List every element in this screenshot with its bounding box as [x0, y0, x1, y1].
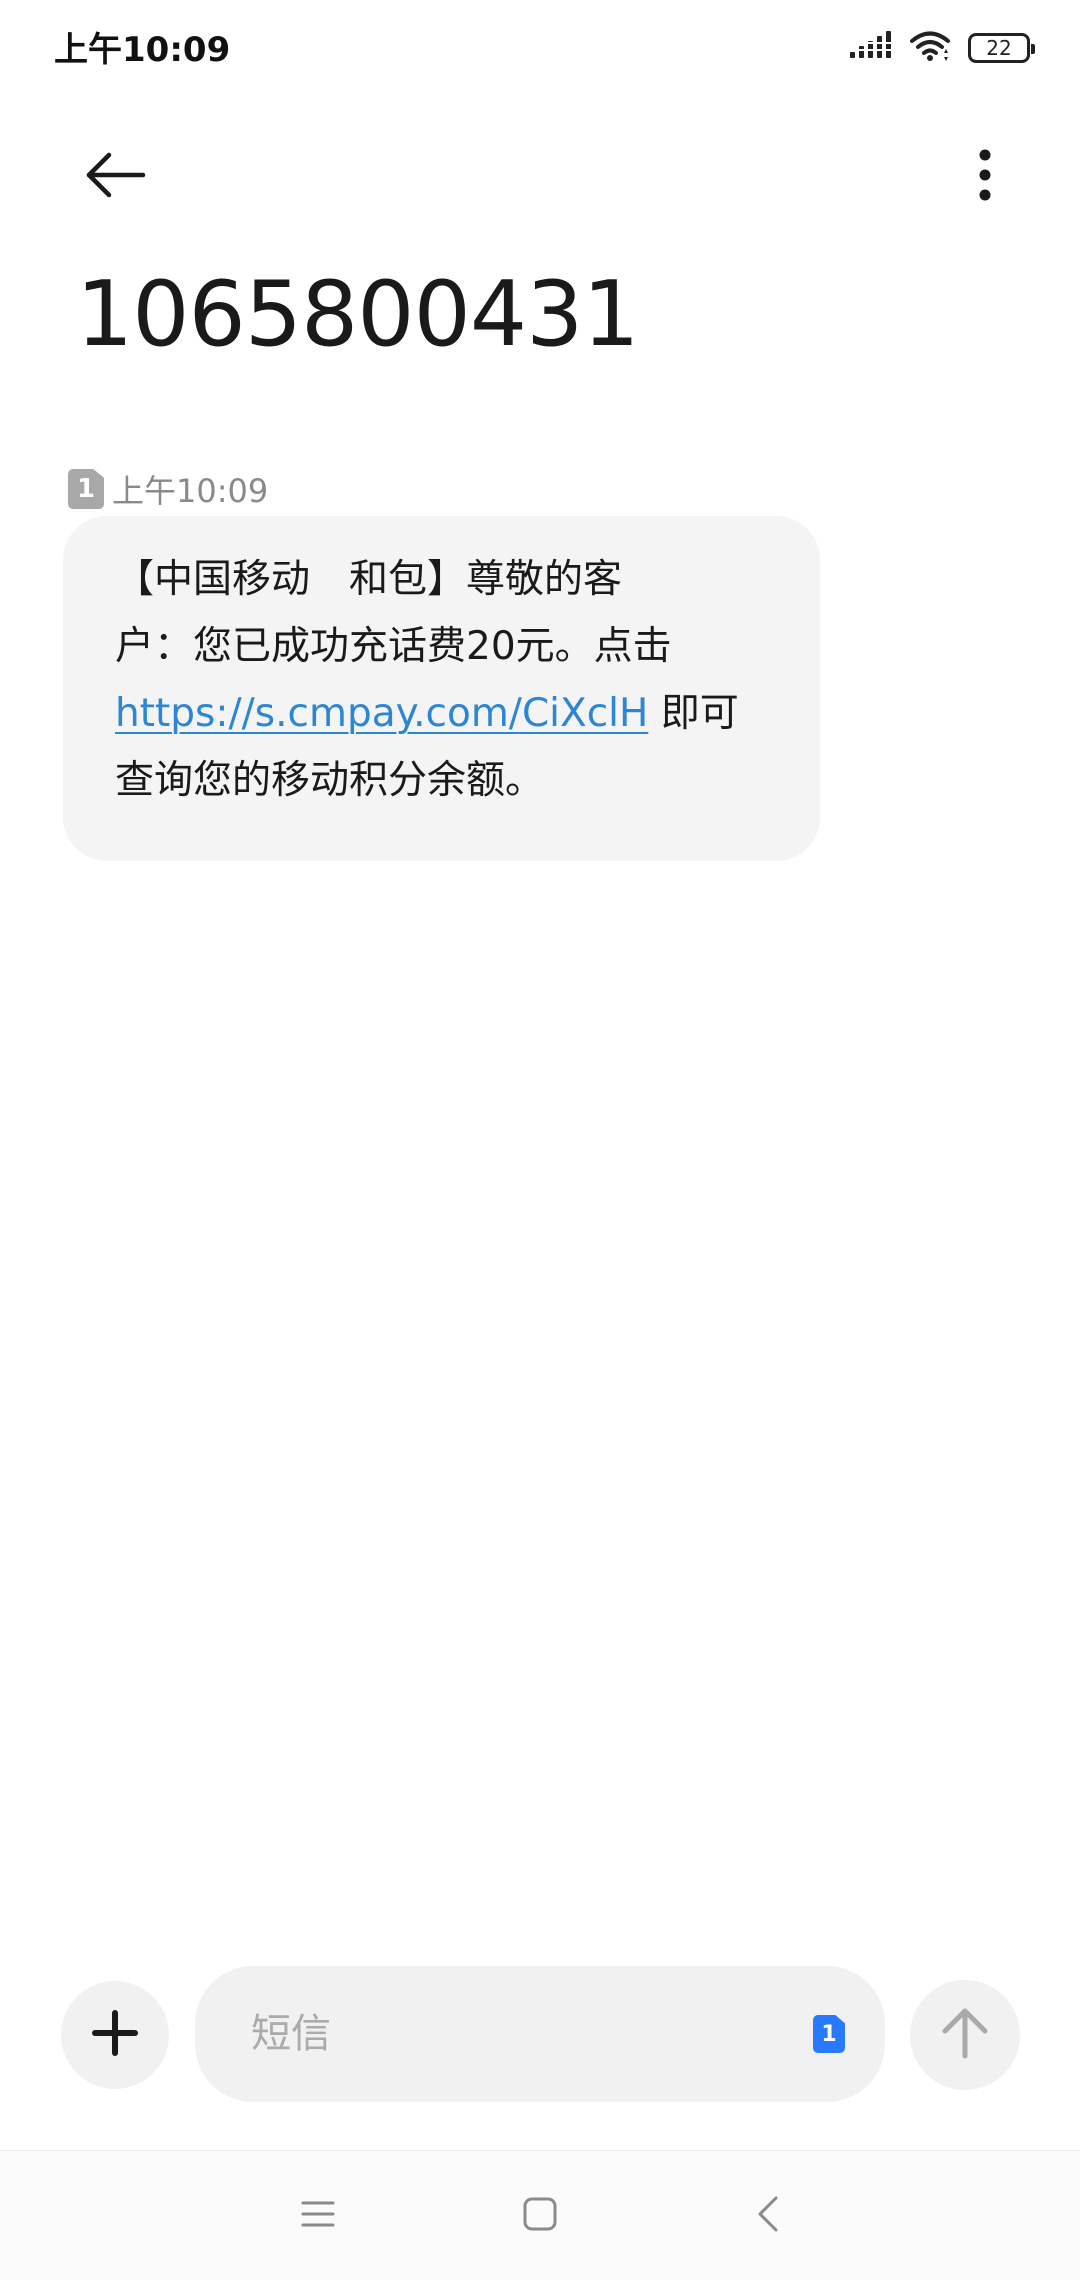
wifi-icon: [908, 29, 952, 67]
message-line: https://s.cmpay.com/CiXclH 即可: [115, 680, 776, 747]
sim-select-icon[interactable]: 1: [813, 2015, 845, 2053]
more-options-button[interactable]: [940, 132, 1030, 222]
more-vertical-icon: [977, 149, 993, 205]
back-arrow-icon: [85, 151, 149, 203]
contact-title: 1065800431: [76, 262, 640, 367]
home-button[interactable]: [485, 2151, 595, 2280]
back-button[interactable]: [72, 132, 162, 222]
menu-icon: [300, 2199, 336, 2233]
back-icon: [756, 2195, 780, 2237]
send-arrow-icon: [940, 2006, 990, 2064]
signal-icon: [848, 30, 892, 66]
battery-icon: 22: [968, 33, 1035, 63]
message-time: 上午10:09: [112, 472, 269, 510]
navigation-bar: [0, 2151, 1080, 2280]
sms-input[interactable]: [249, 2010, 773, 2058]
message-text: 【中国移动 和包】尊敬的客 户：您已成功充话费20元。点击 https://s.…: [115, 546, 776, 814]
message-line-tail: 即可: [648, 691, 739, 736]
status-bar: 上午10:09 22: [0, 0, 1080, 96]
attach-button[interactable]: [61, 1981, 169, 2089]
system-back-button[interactable]: [713, 2151, 823, 2280]
messaging-screen: 上午10:09 22 1065800431 1 上午10:09 【中国移动 和包…: [0, 0, 1080, 2280]
status-time: 上午10:09: [54, 30, 231, 70]
message-link[interactable]: https://s.cmpay.com/CiXclH: [115, 691, 648, 736]
message-line: 【中国移动 和包】尊敬的客: [115, 557, 623, 602]
message-bubble[interactable]: 【中国移动 和包】尊敬的客 户：您已成功充话费20元。点击 https://s.…: [63, 516, 820, 861]
sim-card-icon: 1: [68, 469, 104, 509]
send-button[interactable]: [910, 1980, 1020, 2090]
recent-apps-button[interactable]: [263, 2151, 373, 2280]
sms-input-box[interactable]: 1: [195, 1966, 885, 2102]
status-icons: 22: [848, 26, 1035, 70]
home-icon: [522, 2196, 558, 2236]
message-meta: 1 上午10:09: [68, 466, 268, 512]
message-line: 查询您的移动积分余额。: [115, 758, 545, 803]
message-line: 户：您已成功充话费20元。点击: [115, 624, 672, 669]
plus-icon: [91, 2009, 139, 2061]
